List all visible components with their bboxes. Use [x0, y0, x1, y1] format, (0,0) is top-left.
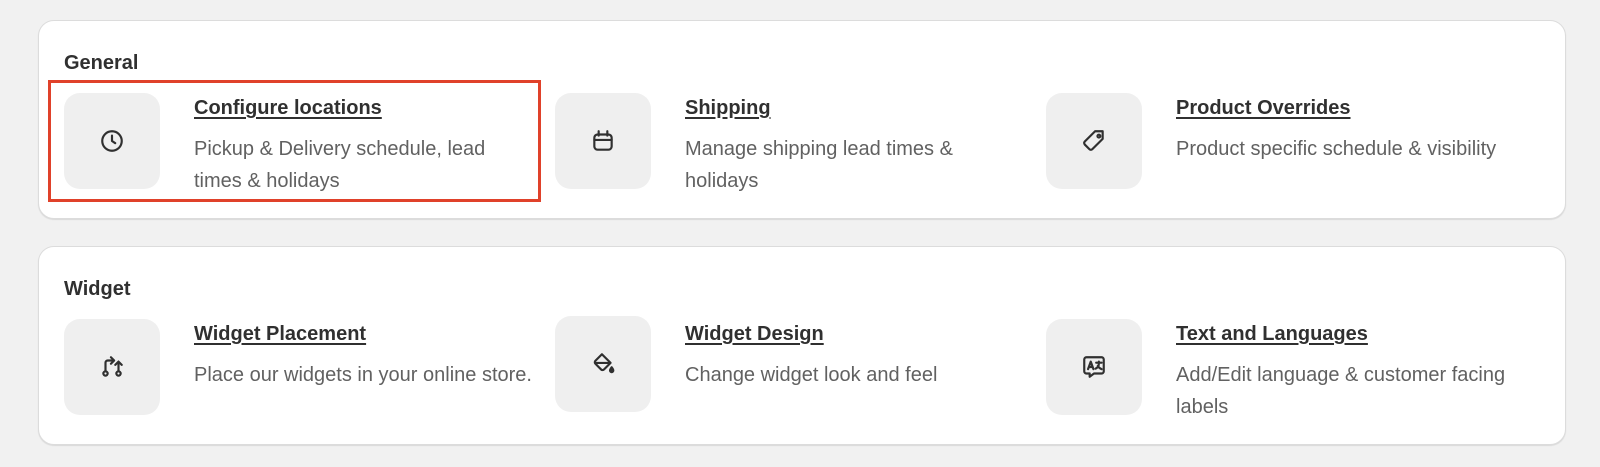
clock-icon [64, 93, 160, 189]
shipping-description: Manage shipping lead times & holidays [685, 138, 953, 192]
configure-locations-description: Pickup & Delivery schedule, lead times &… [194, 138, 486, 192]
configure-locations-link[interactable]: Configure locations [194, 97, 382, 120]
widget-placement-description: Place our widgets in your online store. [194, 364, 532, 386]
translate-icon [1046, 319, 1142, 415]
section-title-general: General [64, 52, 139, 74]
tag-icon [1046, 93, 1142, 189]
tile-product-overrides[interactable]: Product Overrides Product specific sched… [1046, 93, 1516, 203]
widget-card: Widget Widget Placement Place our widget… [38, 246, 1566, 445]
general-card: General Configure locations Pickup & Del… [38, 20, 1566, 219]
product-overrides-description: Product specific schedule & visibility [1176, 138, 1497, 160]
tile-shipping[interactable]: Shipping Manage shipping lead times & ho… [555, 93, 1025, 203]
text-and-languages-link[interactable]: Text and Languages [1176, 323, 1368, 346]
widget-placement-link[interactable]: Widget Placement [194, 323, 366, 346]
shipping-link[interactable]: Shipping [685, 97, 771, 120]
product-overrides-link[interactable]: Product Overrides [1176, 97, 1351, 120]
calendar-icon [555, 93, 651, 189]
widget-design-description: Change widget look and feel [685, 364, 938, 386]
paint-bucket-icon [555, 316, 651, 412]
tile-configure-locations[interactable]: Configure locations Pickup & Delivery sc… [64, 93, 534, 203]
tile-text-and-languages[interactable]: Text and Languages Add/Edit language & c… [1046, 319, 1516, 429]
widget-design-link[interactable]: Widget Design [685, 323, 824, 346]
tile-widget-design[interactable]: Widget Design Change widget look and fee… [555, 316, 1025, 426]
tile-widget-placement[interactable]: Widget Placement Place our widgets in yo… [64, 319, 534, 429]
text-and-languages-description: Add/Edit language & customer facing labe… [1176, 364, 1506, 418]
section-title-widget: Widget [64, 278, 131, 300]
arrows-swap-icon [64, 319, 160, 415]
